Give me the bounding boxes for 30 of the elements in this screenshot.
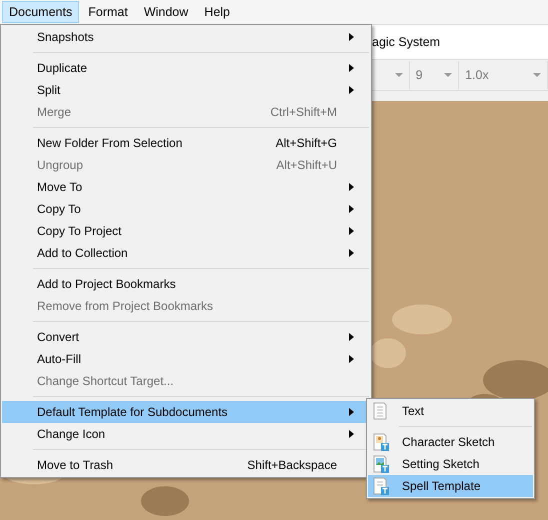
menu-title[interactable]: Help xyxy=(197,1,238,23)
menu-item[interactable]: Snapshots xyxy=(2,26,370,48)
menu-title[interactable]: Format xyxy=(81,1,135,23)
menu-title[interactable]: Window xyxy=(136,1,196,23)
menu-item[interactable]: Character Sketch xyxy=(368,431,533,453)
document-icon xyxy=(372,477,390,495)
caret-icon xyxy=(533,73,541,77)
menu-item[interactable]: Auto-Fill xyxy=(2,348,370,370)
menu-item[interactable]: Spell Template xyxy=(368,475,533,497)
person-document-icon xyxy=(372,433,390,451)
caret-icon xyxy=(444,73,452,77)
landscape-document-icon xyxy=(372,455,390,473)
menu-item[interactable]: Move to Trash Shift+Backspace xyxy=(2,454,370,476)
caret-icon xyxy=(394,73,403,77)
menu-item[interactable]: Move To xyxy=(2,176,370,198)
menu-item[interactable]: Copy To Project xyxy=(2,220,370,242)
menu-title[interactable]: Documents xyxy=(2,1,80,23)
dropdown[interactable]: 9 xyxy=(410,61,460,89)
menu-item[interactable]: New Folder From Selection Alt+Shift+G xyxy=(2,132,370,154)
title-text: agic System xyxy=(372,35,440,49)
dropdown[interactable]: 1.0x xyxy=(459,61,548,89)
menu-item[interactable]: Split xyxy=(2,79,370,101)
menu-item[interactable]: Text xyxy=(368,400,533,422)
menu-item[interactable]: Add to Project Bookmarks xyxy=(2,273,370,295)
menu-item[interactable]: Convert xyxy=(2,326,370,348)
menu-item[interactable]: Copy To xyxy=(2,198,370,220)
menu-item[interactable]: Add to Collection xyxy=(2,242,370,264)
menu-item[interactable]: Change Icon xyxy=(2,423,370,445)
menu-item[interactable]: Duplicate xyxy=(2,57,370,79)
menu-item[interactable]: Setting Sketch xyxy=(368,453,533,475)
